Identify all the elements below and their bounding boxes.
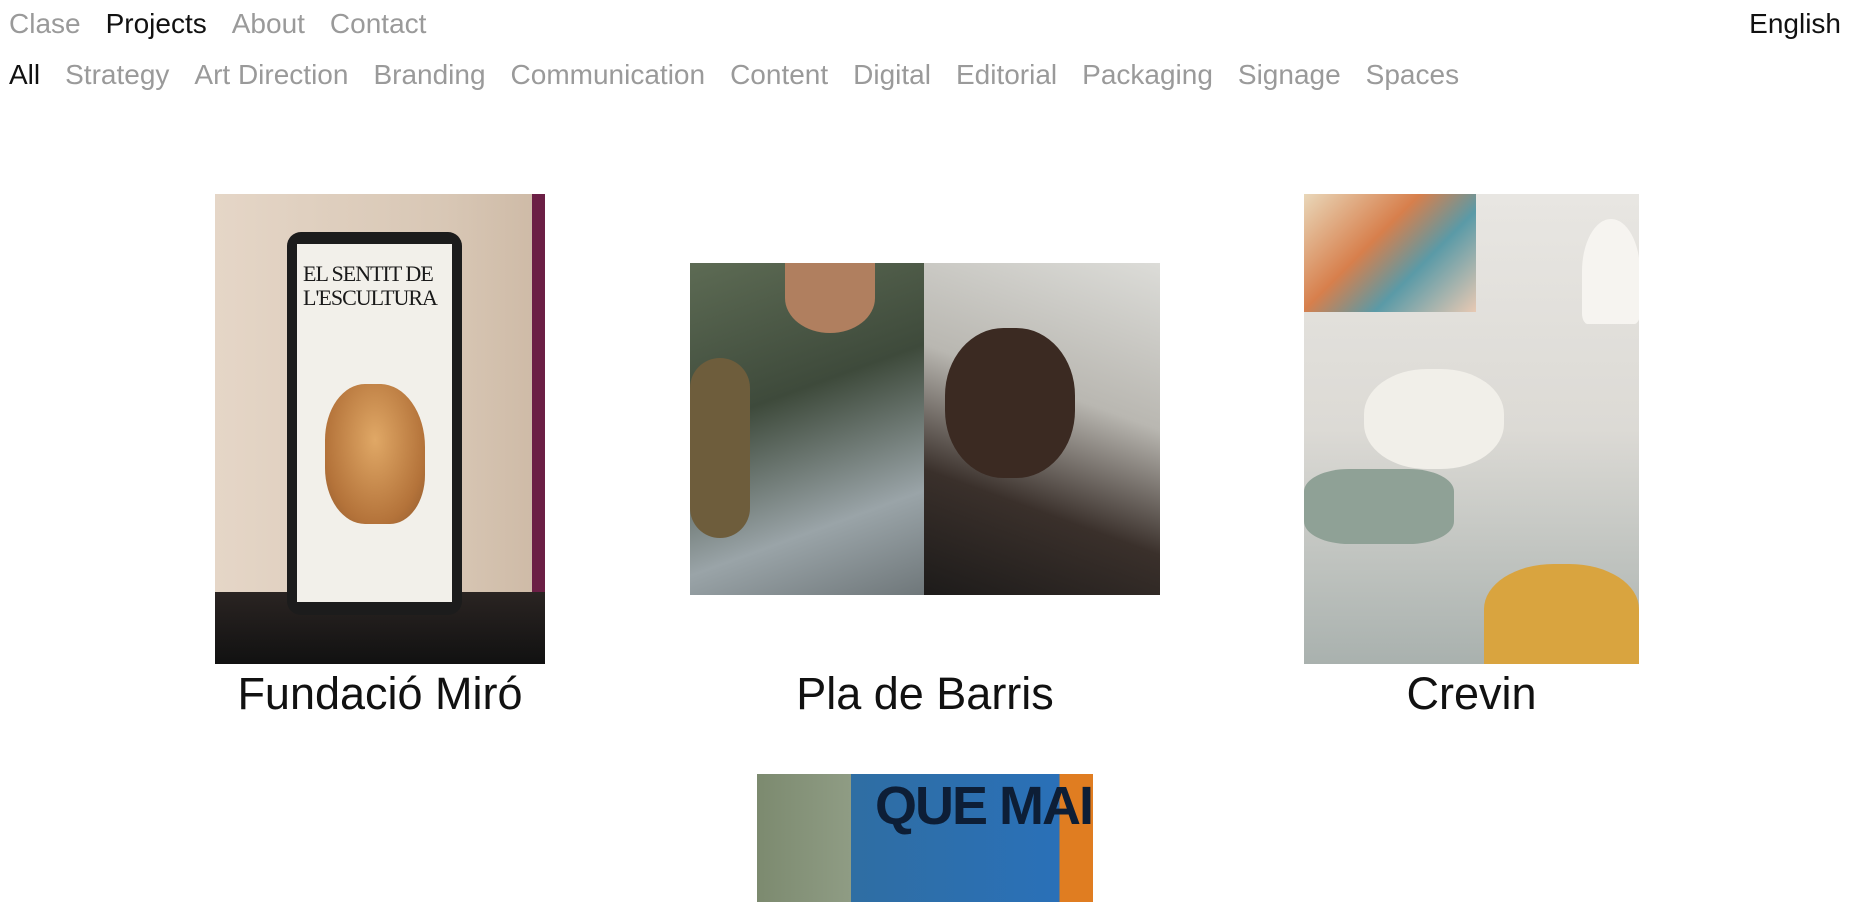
pouf [1484, 564, 1639, 664]
project-card-fundacio-miro[interactable]: EL SENTIT DE L'ESCULTURA Fundació Miró [215, 194, 545, 724]
filter-content[interactable]: Content [730, 57, 828, 93]
filter-strategy[interactable]: Strategy [65, 57, 169, 93]
project-card-pla-de-barris[interactable]: Pla de Barris [690, 263, 1160, 724]
project-card-5[interactable]: QUE MAI [757, 774, 1093, 902]
filter-spaces[interactable]: Spaces [1366, 57, 1459, 93]
main-nav: Clase Projects About Contact [9, 6, 426, 42]
nav-clase[interactable]: Clase [9, 6, 81, 42]
poster-headline: QUE MAI [875, 776, 1093, 836]
nav-projects[interactable]: Projects [106, 6, 207, 42]
project-title[interactable]: Crevin [1304, 668, 1639, 720]
poster-image[interactable]: EL SENTIT DE L'ESCULTURA [215, 194, 545, 664]
filter-branding[interactable]: Branding [373, 57, 485, 93]
filter-art-direction[interactable]: Art Direction [194, 57, 348, 93]
lamp [1582, 219, 1639, 324]
project-card-crevin[interactable]: Crevin [1304, 194, 1639, 724]
nav-contact[interactable]: Contact [330, 6, 427, 42]
sculpture [325, 384, 425, 524]
house-illustration-image[interactable] [240, 800, 530, 902]
interior-photo-image[interactable] [1304, 194, 1639, 664]
project-card-4[interactable] [240, 800, 530, 902]
filter-digital[interactable]: Digital [853, 57, 931, 93]
filter-signage[interactable]: Signage [1238, 57, 1341, 93]
filter-communication[interactable]: Communication [511, 57, 706, 93]
nav-about[interactable]: About [232, 6, 305, 42]
filter-all[interactable]: All [9, 57, 40, 93]
person-hair [945, 328, 1075, 478]
poster: EL SENTIT DE L'ESCULTURA [297, 244, 452, 602]
page: Clase Projects About Contact English All… [0, 0, 1849, 902]
category-filters: All Strategy Art Direction Branding Comm… [9, 57, 1459, 93]
skateboard [690, 358, 750, 538]
poster-title: EL SENTIT DE L'ESCULTURA [303, 261, 438, 310]
painting [1304, 194, 1476, 312]
filter-editorial[interactable]: Editorial [956, 57, 1057, 93]
floor-cushion [1304, 469, 1454, 544]
illustration-background [240, 800, 530, 902]
photo-image[interactable] [690, 263, 1160, 595]
street-poster-image[interactable]: QUE MAI [757, 774, 1093, 902]
language-switcher[interactable]: English [1749, 6, 1841, 42]
filter-packaging[interactable]: Packaging [1082, 57, 1213, 93]
person-face [785, 263, 875, 333]
stool [1364, 369, 1504, 469]
project-title[interactable]: Fundació Miró [215, 668, 545, 720]
project-title[interactable]: Pla de Barris [690, 668, 1160, 720]
